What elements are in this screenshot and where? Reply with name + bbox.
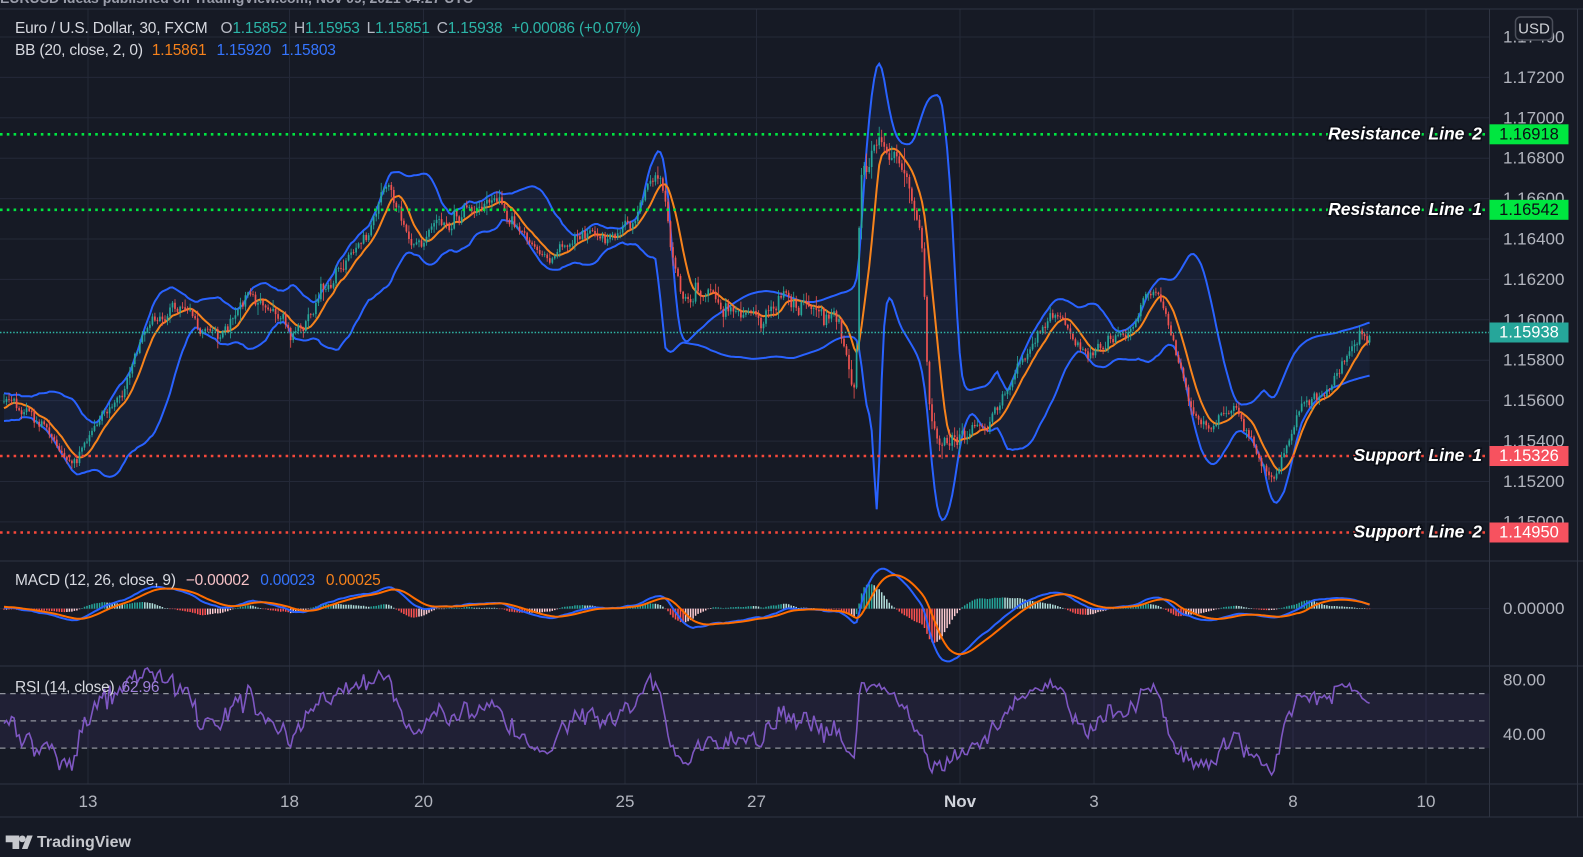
svg-text:USD: USD: [1518, 21, 1550, 38]
svg-text:40.00: 40.00: [1503, 725, 1546, 744]
svg-text:1.16400: 1.16400: [1503, 230, 1564, 249]
svg-text:18: 18: [280, 792, 299, 811]
svg-text:3: 3: [1089, 792, 1098, 811]
svg-text:20: 20: [414, 792, 433, 811]
svg-text:Support Line 2: Support Line 2: [1354, 522, 1483, 542]
svg-text:8: 8: [1288, 792, 1297, 811]
svg-text:1.16200: 1.16200: [1503, 270, 1564, 289]
svg-text:1.15938: 1.15938: [1499, 324, 1559, 342]
svg-text:1.14950: 1.14950: [1499, 524, 1559, 542]
svg-text:Nov: Nov: [944, 792, 977, 811]
svg-text:25: 25: [616, 792, 635, 811]
svg-text:0.00000: 0.00000: [1503, 599, 1564, 618]
svg-text:1.15600: 1.15600: [1503, 391, 1564, 410]
svg-text:80.00: 80.00: [1503, 671, 1546, 690]
svg-text:TradingView: TradingView: [37, 834, 132, 851]
svg-text:27: 27: [747, 792, 766, 811]
svg-text:1.17200: 1.17200: [1503, 68, 1564, 87]
svg-text:1.15200: 1.15200: [1503, 472, 1564, 491]
svg-text:1.16800: 1.16800: [1503, 149, 1564, 168]
svg-text:1.16542: 1.16542: [1499, 201, 1559, 219]
svg-text:1.16918: 1.16918: [1499, 125, 1559, 143]
svg-text:1.15800: 1.15800: [1503, 351, 1564, 370]
svg-text:Resistance Line 2: Resistance Line 2: [1328, 123, 1482, 143]
svg-text:Resistance Line 1: Resistance Line 1: [1328, 199, 1482, 219]
svg-text:Support Line 1: Support Line 1: [1354, 445, 1483, 465]
svg-text:13: 13: [79, 792, 98, 811]
svg-text:1.15326: 1.15326: [1499, 447, 1559, 465]
svg-text:10: 10: [1417, 792, 1436, 811]
